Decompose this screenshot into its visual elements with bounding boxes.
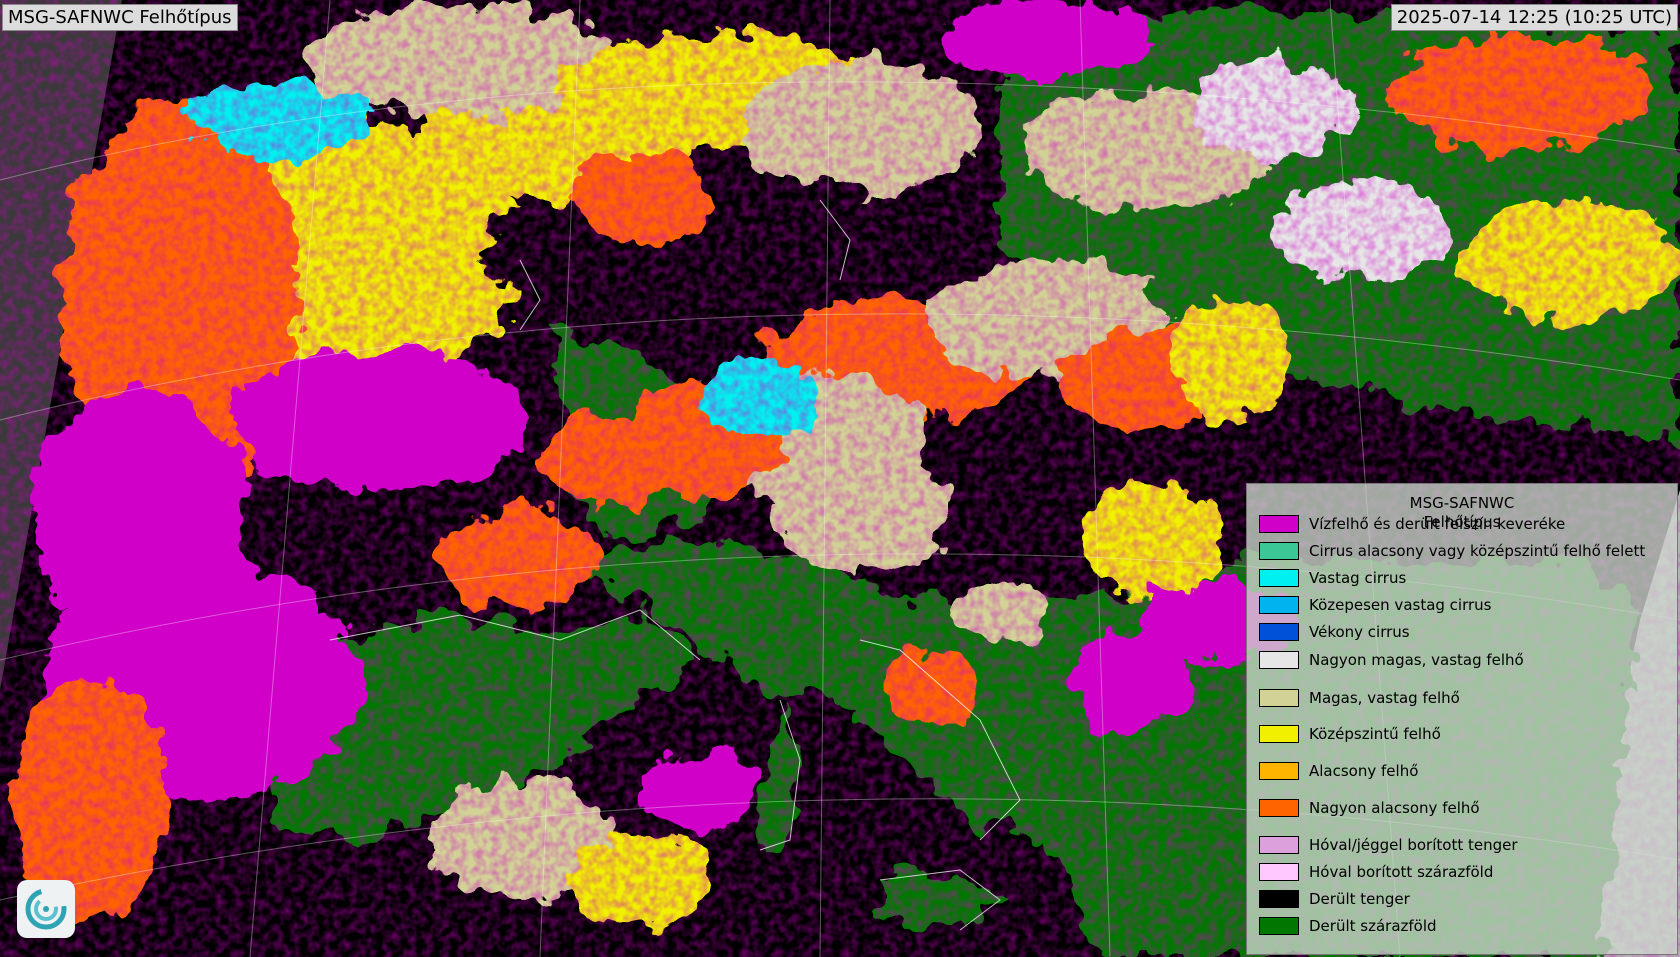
legend-swatch <box>1259 836 1299 854</box>
legend-label: Középszintű felhő <box>1309 725 1441 743</box>
legend-item: Alacsony felhő <box>1259 761 1418 781</box>
legend-swatch <box>1259 596 1299 614</box>
legend-label: Derült tenger <box>1309 890 1410 908</box>
legend-label: Cirrus alacsony vagy középszintű felhő f… <box>1309 542 1646 560</box>
legend-swatch <box>1259 542 1299 560</box>
legend-swatch <box>1259 651 1299 669</box>
legend-item: Cirrus alacsony vagy középszintű felhő f… <box>1259 541 1645 561</box>
legend-swatch <box>1259 863 1299 881</box>
legend-item: Vízfelhő és derült felszín keveréke <box>1259 514 1565 534</box>
legend-label: Vastag cirrus <box>1309 569 1407 587</box>
legend-item: Hóval borított szárazföld <box>1259 862 1493 882</box>
legend-label: Nagyon alacsony felhő <box>1309 799 1480 817</box>
legend-item: Közepesen vastag cirrus <box>1259 595 1492 615</box>
legend-swatch <box>1259 762 1299 780</box>
legend-title-line1: MSG-SAFNWC <box>1409 494 1515 512</box>
legend-item: Magas, vastag felhő <box>1259 688 1460 708</box>
legend-swatch <box>1259 569 1299 587</box>
legend-swatch <box>1259 623 1299 641</box>
legend-item: Vékony cirrus <box>1259 622 1410 642</box>
legend-label: Hóval borított szárazföld <box>1309 863 1494 881</box>
legend-label: Derült szárazföld <box>1309 917 1437 935</box>
legend-label: Hóval/jéggel borított tenger <box>1309 836 1518 854</box>
legend-item: Nagyon magas, vastag felhő <box>1259 650 1524 670</box>
legend-item: Hóval/jéggel borított tenger <box>1259 835 1518 855</box>
legend-swatch <box>1259 799 1299 817</box>
legend-swatch <box>1259 890 1299 908</box>
map-title: MSG-SAFNWC Felhőtípus <box>2 4 238 31</box>
legend-swatch <box>1259 689 1299 707</box>
map-timestamp: 2025-07-14 12:25 (10:25 UTC) <box>1390 4 1678 31</box>
legend-panel: MSG-SAFNWC Felhőtípus Vízfelhő és derült… <box>1246 483 1678 955</box>
legend-item: Vastag cirrus <box>1259 568 1406 588</box>
legend-swatch <box>1259 725 1299 743</box>
legend-label: Vízfelhő és derült felszín keveréke <box>1309 515 1566 533</box>
legend-label: Alacsony felhő <box>1309 762 1419 780</box>
legend-label: Nagyon magas, vastag felhő <box>1309 651 1524 669</box>
satellite-swirl-logo-icon <box>17 880 75 938</box>
legend-item: Nagyon alacsony felhő <box>1259 798 1480 818</box>
legend-item: Derült tenger <box>1259 889 1410 909</box>
legend-item: Középszintű felhő <box>1259 724 1441 744</box>
legend-swatch <box>1259 515 1299 533</box>
legend-item: Derült szárazföld <box>1259 916 1437 936</box>
legend-label: Közepesen vastag cirrus <box>1309 596 1492 614</box>
legend-swatch <box>1259 917 1299 935</box>
legend-label: Vékony cirrus <box>1309 623 1410 641</box>
legend-label: Magas, vastag felhő <box>1309 689 1460 707</box>
